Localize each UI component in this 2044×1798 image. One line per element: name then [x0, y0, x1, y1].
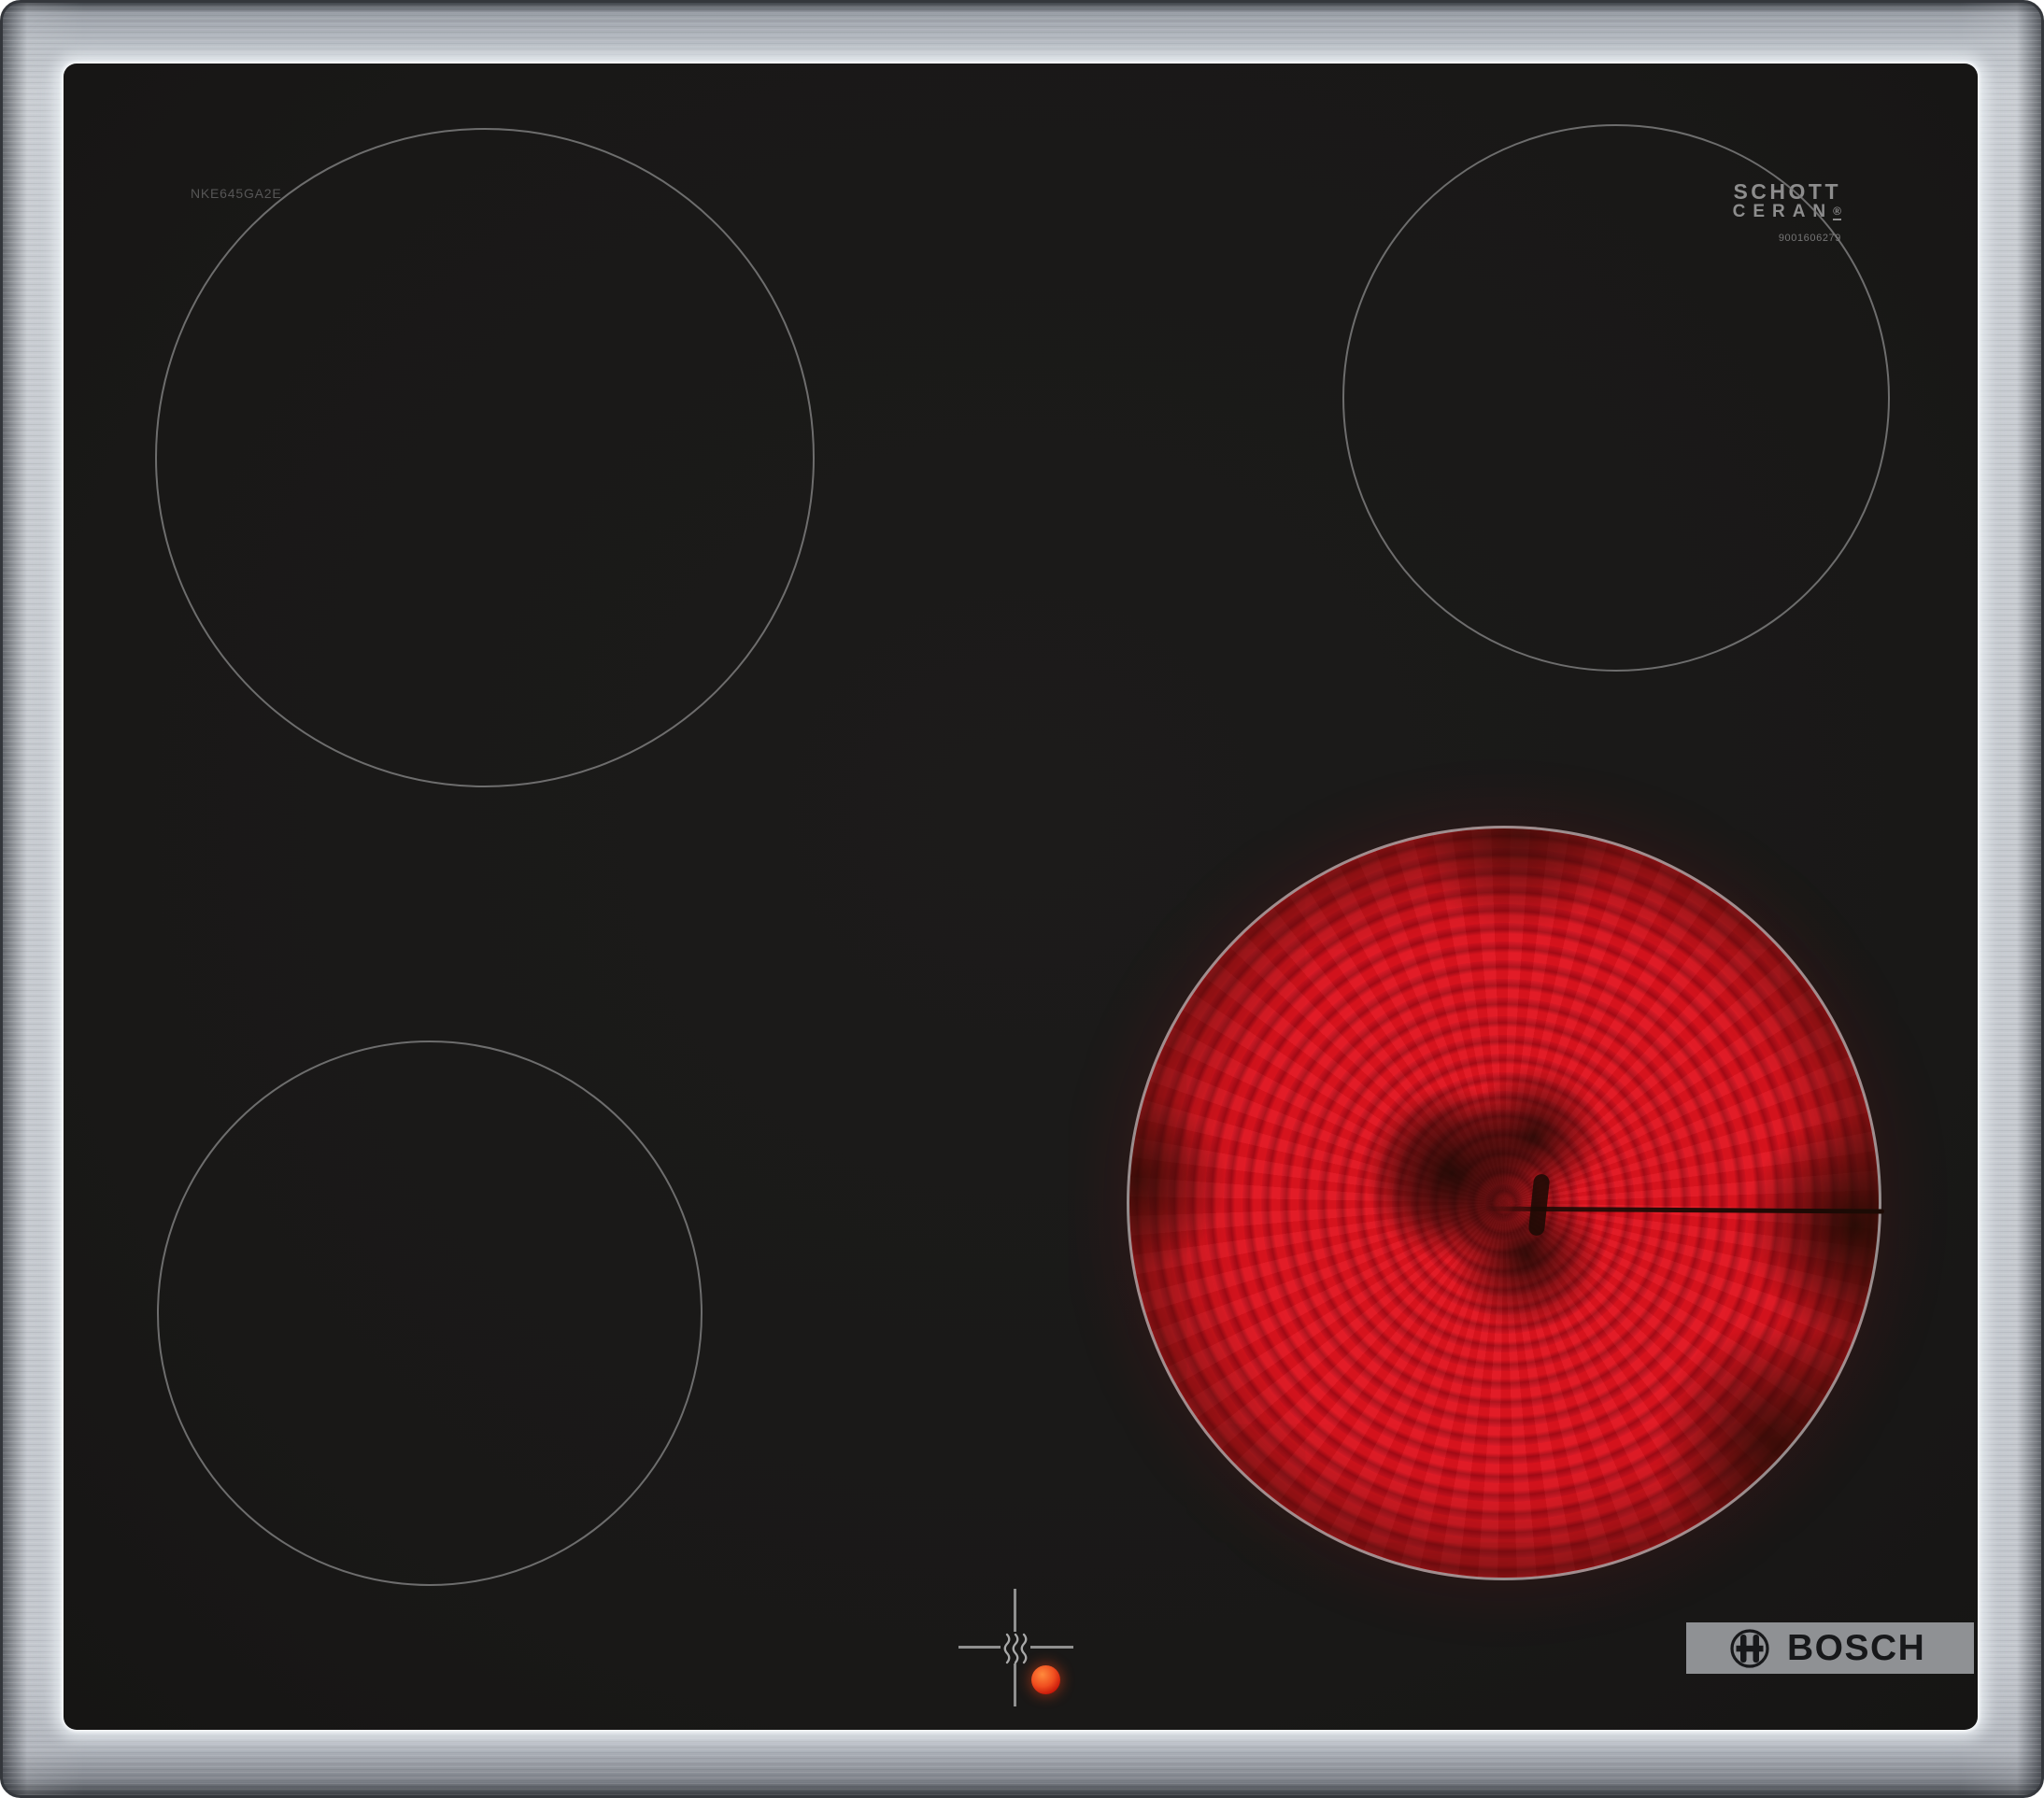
residual-heat-icon — [1002, 1632, 1029, 1665]
cooking-zone-front-left — [157, 1041, 703, 1586]
power-indicator-led — [1031, 1665, 1060, 1694]
cross-mark-horizontal-right — [1030, 1646, 1073, 1649]
heating-element-terminal — [1528, 1173, 1551, 1236]
cross-mark-vertical-top — [1014, 1589, 1016, 1632]
cooking-zone-back-left — [155, 128, 815, 787]
cross-mark-horizontal-left — [958, 1646, 1001, 1649]
bosch-armature-icon — [1729, 1628, 1770, 1669]
cooking-zone-back-right — [1342, 124, 1890, 672]
cooking-zone-front-right-active — [1127, 826, 1881, 1580]
registered-trademark-symbol: ® — [1833, 205, 1841, 220]
model-number-label: NKE645GA2E — [191, 186, 282, 201]
bosch-logo-band: BOSCH — [1686, 1622, 1974, 1674]
bosch-wordmark: BOSCH — [1787, 1622, 1925, 1674]
cross-mark-vertical-bottom — [1014, 1664, 1016, 1706]
